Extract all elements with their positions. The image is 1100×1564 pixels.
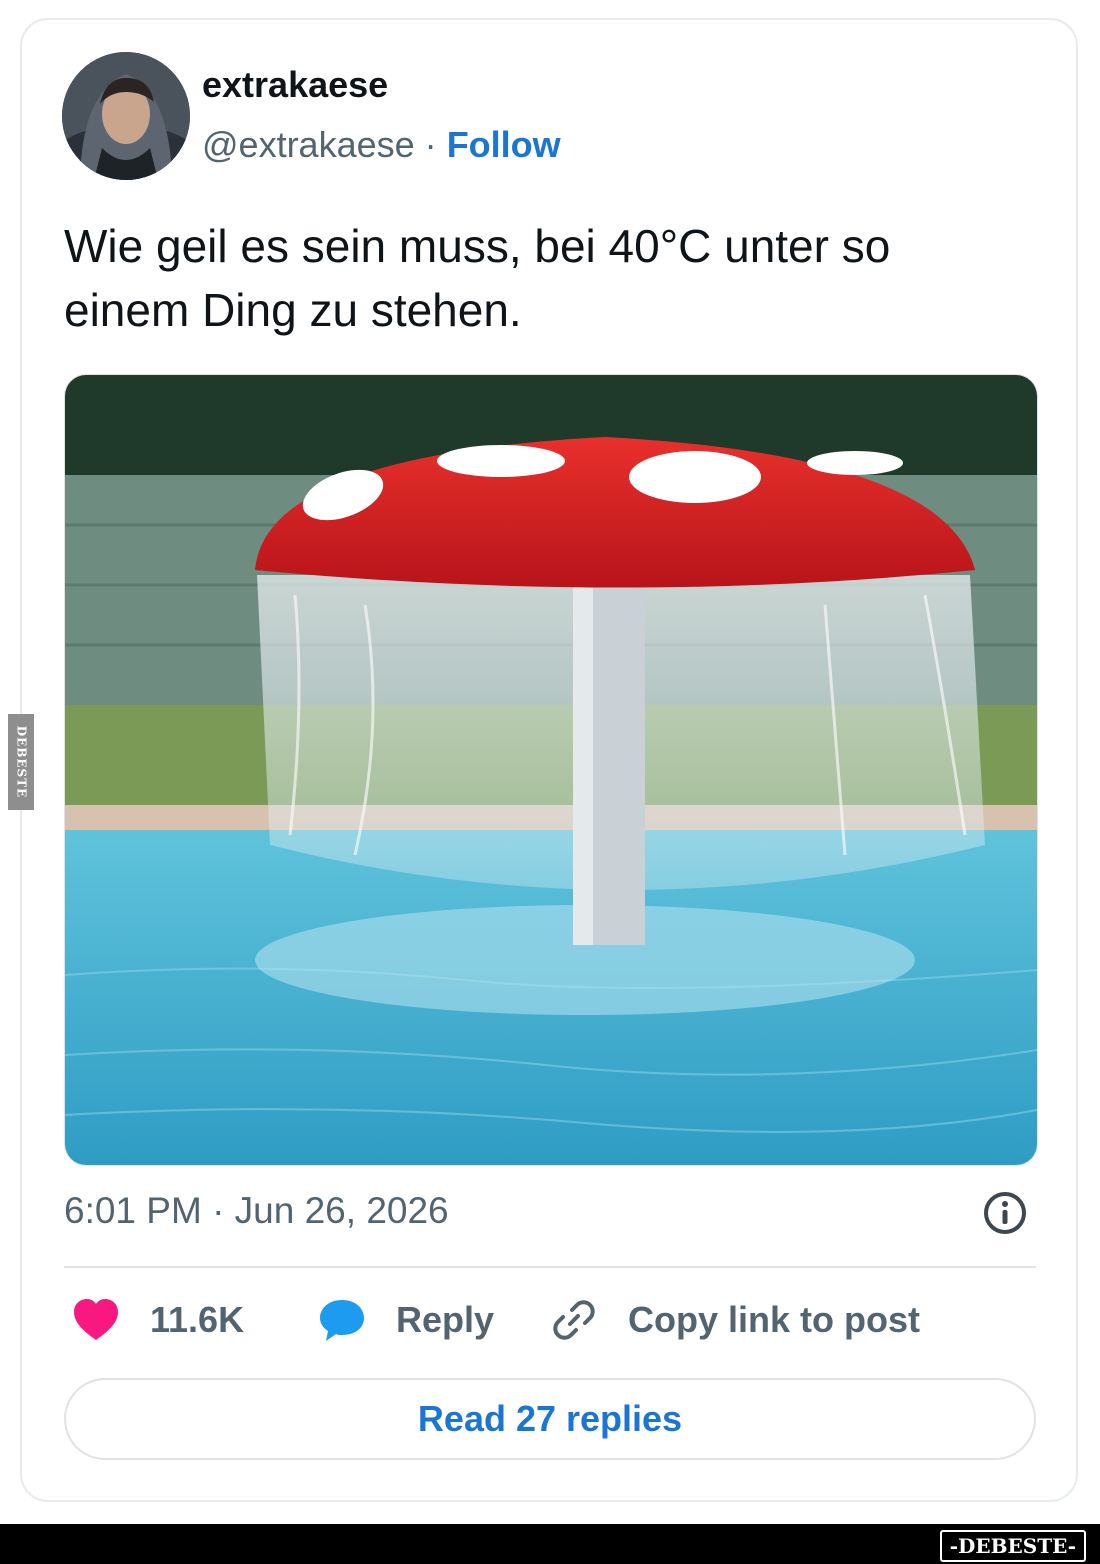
post-text-line: Wie geil es sein muss, bei 40°C unter so	[64, 220, 891, 272]
reply-label: Reply	[396, 1299, 495, 1340]
heart-icon	[72, 1298, 120, 1342]
copy-link-button[interactable]: Copy link to post	[550, 1290, 920, 1350]
post-text-line: einem Ding zu stehen.	[64, 284, 522, 336]
side-watermark-text: DEBESTE	[14, 725, 28, 799]
link-icon	[550, 1298, 598, 1342]
author-handle[interactable]: @extrakaese	[202, 124, 415, 165]
post-timestamp[interactable]: 6:01 PM · Jun 26, 2026	[64, 1190, 449, 1232]
footer-bar: -DEBESTE-	[0, 1524, 1100, 1564]
side-watermark: DEBESTE	[8, 714, 34, 810]
handle-row: @extrakaese · Follow	[202, 124, 561, 166]
avatar[interactable]	[62, 52, 190, 180]
copy-link-label: Copy link to post	[628, 1299, 920, 1340]
author-name[interactable]: extrakaese	[202, 64, 388, 106]
separator-dot: ·	[424, 124, 437, 165]
like-count: 11.6K	[150, 1299, 245, 1340]
like-button[interactable]: 11.6K	[72, 1290, 244, 1350]
footer-watermark: -DEBESTE-	[939, 1530, 1086, 1562]
speech-bubble-icon	[318, 1298, 366, 1342]
read-replies-button[interactable]: Read 27 replies	[64, 1378, 1036, 1460]
action-bar: 11.6K Reply Copy link to post	[64, 1290, 1036, 1350]
post-image[interactable]	[64, 374, 1038, 1166]
follow-button[interactable]: Follow	[447, 124, 561, 165]
post-text: Wie geil es sein muss, bei 40°C unter so…	[64, 214, 1044, 342]
reply-button[interactable]: Reply	[318, 1290, 494, 1350]
info-icon[interactable]	[982, 1190, 1028, 1236]
divider	[64, 1266, 1036, 1268]
